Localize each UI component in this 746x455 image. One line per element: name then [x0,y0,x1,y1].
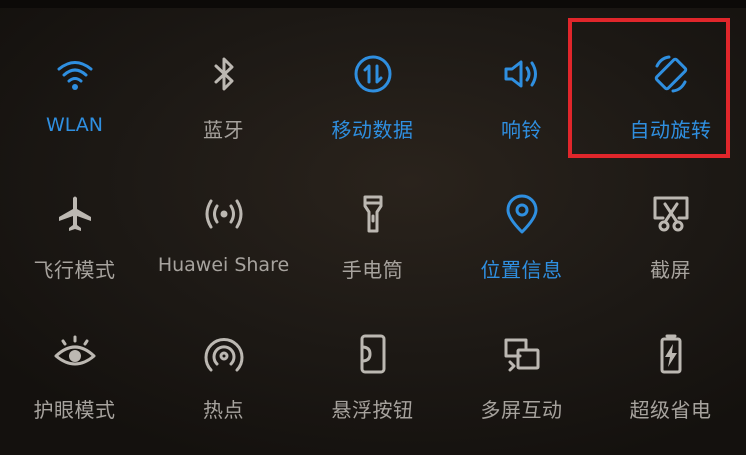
wifi-icon [51,50,99,98]
tile-bluetooth[interactable]: 蓝牙 [149,22,298,162]
bluetooth-icon [200,50,248,98]
tile-airplane[interactable]: 飞行模式 [0,162,149,302]
tile-flashlight[interactable]: 手电筒 [298,162,447,302]
tile-huawei-share[interactable]: Huawei Share [149,162,298,302]
tile-label: 截屏 [650,258,691,282]
tile-screenshot[interactable]: 截屏 [596,162,745,302]
speaker-icon [498,50,546,98]
flashlight-icon [349,190,397,238]
hotspot-icon [200,330,248,378]
screenshot-scissors-icon [647,190,695,238]
tile-label: Huawei Share [157,254,290,276]
multi-screen-icon [498,330,546,378]
tile-hotspot[interactable]: 热点 [149,302,298,442]
tile-label: 热点 [203,398,244,422]
top-edge [0,0,746,8]
tile-wlan[interactable]: WLAN [0,22,149,162]
tile-label: WLAN [45,114,104,136]
tile-floating-dock[interactable]: 悬浮按钮 [298,302,447,442]
tile-multi-screen[interactable]: 多屏互动 [447,302,596,442]
tile-location[interactable]: 位置信息 [447,162,596,302]
location-pin-icon [498,190,546,238]
tile-power-saving[interactable]: 超级省电 [596,302,745,442]
huawei-share-icon [200,190,248,238]
airplane-icon [51,190,99,238]
tile-label: 护眼模式 [33,398,116,422]
battery-bolt-icon [647,330,695,378]
tile-label: 飞行模式 [33,258,116,282]
tile-mobile-data[interactable]: 移动数据 [298,22,447,162]
tile-label: 悬浮按钮 [331,398,414,422]
highlight-box-auto-rotate [568,18,730,158]
tile-label: 移动数据 [331,118,414,142]
tile-label: 位置信息 [480,258,563,282]
tile-label: 多屏互动 [480,398,563,422]
tile-label: 手电筒 [341,258,404,282]
tile-eye-comfort[interactable]: 护眼模式 [0,302,149,442]
mobile-data-icon [349,50,397,98]
tile-label: 超级省电 [629,398,712,422]
floating-button-icon [349,330,397,378]
tile-label: 蓝牙 [203,118,244,142]
eye-icon [51,330,99,378]
